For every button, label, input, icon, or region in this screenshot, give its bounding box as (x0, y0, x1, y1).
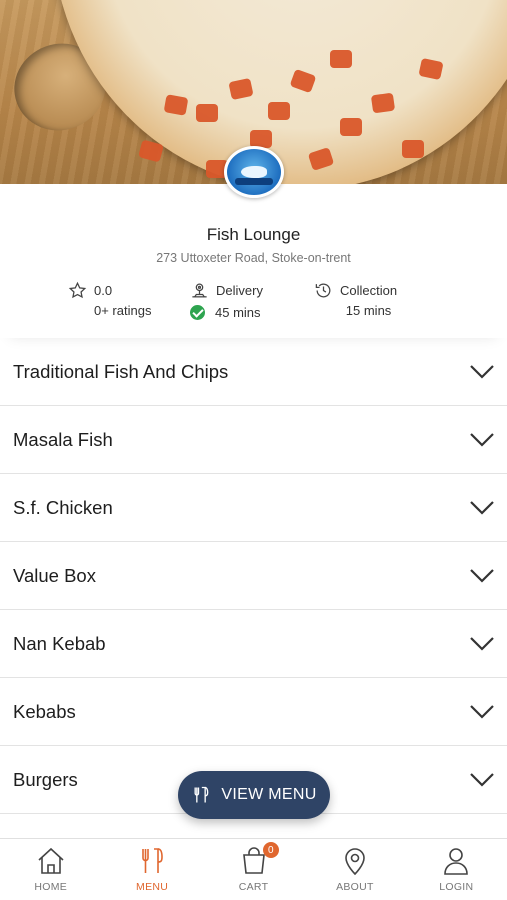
restaurant-logo (224, 146, 284, 198)
collection-stat: Collection 15 mins (314, 280, 397, 321)
topping (268, 102, 290, 120)
logo-band (235, 178, 273, 185)
nav-about-label: ABOUT (336, 881, 374, 893)
rating-value: 0.0 (94, 282, 113, 298)
category-label: Masala Fish (13, 428, 113, 450)
delivery-label: Delivery (216, 282, 263, 298)
chevron-down-icon (470, 772, 494, 787)
restaurant-address: 273 Uttoxeter Road, Stoke-on-trent (156, 251, 351, 265)
category-row[interactable]: Kebabs (0, 678, 507, 746)
topping (370, 92, 396, 114)
history-clock-icon (315, 283, 331, 297)
category-label: Kebabs (13, 700, 76, 722)
collection-time: 15 mins (345, 303, 392, 318)
nav-login-label: LOGIN (439, 881, 474, 893)
delivery-stat: Delivery 45 mins (190, 280, 263, 321)
restaurant-info: Fish Lounge 273 Uttoxeter Road, Stoke-on… (0, 184, 507, 338)
category-list: Traditional Fish And Chips Masala Fish S… (0, 338, 507, 814)
topping (330, 50, 352, 68)
category-label: S.f. Chicken (13, 496, 113, 518)
category-row[interactable]: Traditional Fish And Chips (0, 338, 507, 406)
category-label: Traditional Fish And Chips (13, 360, 229, 382)
topping (196, 104, 218, 122)
view-menu-button[interactable]: VIEW MENU (178, 771, 330, 819)
user-icon (444, 848, 469, 875)
cart-count-badge: 0 (262, 842, 279, 858)
chevron-down-icon (470, 364, 494, 379)
category-row[interactable]: Nan Kebab (0, 610, 507, 678)
nav-login[interactable]: LOGIN (406, 839, 507, 900)
chevron-down-icon (470, 432, 494, 447)
star-icon (68, 281, 87, 298)
nav-home-label: HOME (34, 881, 68, 893)
category-row[interactable]: Masala Fish (0, 406, 507, 474)
check-icon (190, 304, 205, 320)
cutlery-icon (142, 848, 163, 873)
nav-menu-label: MENU (136, 881, 169, 893)
category-label: Burgers (13, 768, 78, 790)
chevron-down-icon (470, 500, 494, 515)
category-label: Value Box (13, 564, 96, 586)
chevron-down-icon (470, 636, 494, 651)
nav-cart-label: CART (238, 881, 269, 893)
topping (340, 118, 362, 136)
fish-icon (241, 166, 267, 178)
nav-about[interactable]: ABOUT (304, 839, 405, 900)
bottom-nav: HOME MENU 0 CART ABOUT LOGIN (0, 838, 507, 900)
chevron-down-icon (470, 704, 494, 719)
rating-stat: 0.0 0+ ratings (68, 280, 151, 321)
category-row[interactable]: Value Box (0, 542, 507, 610)
location-pin-icon (345, 848, 365, 876)
category-row[interactable]: S.f. Chicken (0, 474, 507, 542)
nav-menu[interactable]: MENU (101, 839, 202, 900)
chevron-down-icon (470, 568, 494, 583)
collection-label: Collection (340, 282, 398, 298)
nav-home[interactable]: HOME (0, 839, 101, 900)
delivery-time: 45 mins (215, 304, 261, 320)
topping (163, 94, 189, 116)
delivery-icon (192, 283, 207, 297)
home-icon (38, 847, 64, 874)
view-menu-label: VIEW MENU (221, 786, 317, 803)
nav-cart[interactable]: 0 CART (203, 839, 304, 900)
restaurant-name: Fish Lounge (206, 225, 301, 244)
rating-count: 0+ ratings (94, 303, 152, 318)
category-label: Nan Kebab (13, 632, 106, 654)
topping (402, 140, 424, 158)
cutlery-icon (194, 786, 209, 803)
